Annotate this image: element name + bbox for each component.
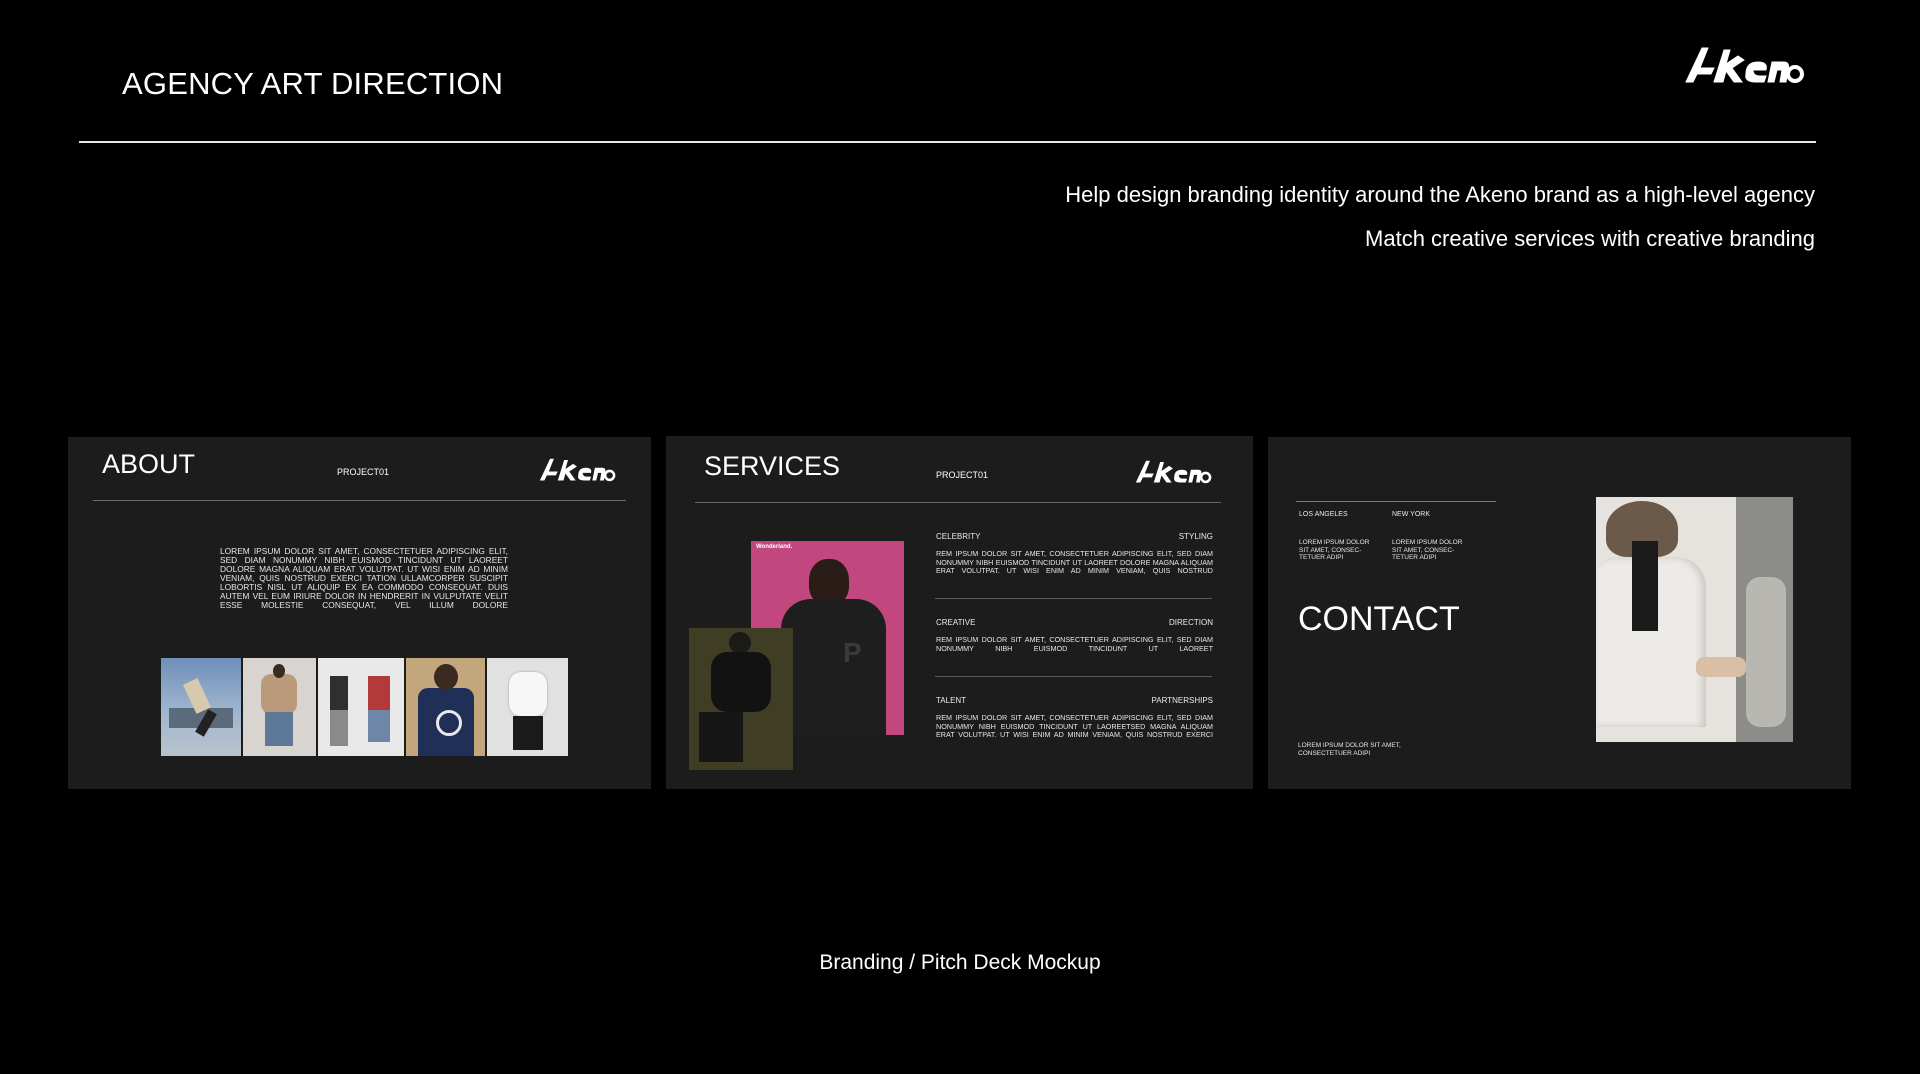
slide-contact-divider bbox=[1296, 501, 1496, 502]
service-row-3-body: REM IPSUM DOLOR SIT AMET, CONSECTETUER A… bbox=[936, 713, 1213, 739]
slide-about-title: ABOUT bbox=[102, 449, 196, 479]
contact-city-1-body: LOREM IPSUM DOLOR SIT AMET, CONSEC- TETU… bbox=[1299, 539, 1370, 561]
service-row-2-left: CREATIVE bbox=[936, 618, 976, 627]
service-row-divider bbox=[935, 598, 1212, 599]
photo-streetwear-duo bbox=[318, 658, 404, 756]
slide-about-divider bbox=[93, 500, 626, 501]
service-row-1-left: CELEBRITY bbox=[936, 532, 981, 541]
akeno-logo bbox=[1685, 47, 1804, 83]
contact-city-1: LOS ANGELES bbox=[1299, 511, 1348, 518]
service-row-2-body: REM IPSUM DOLOR SIT AMET, CONSECTETUER A… bbox=[936, 635, 1213, 653]
slide-services-title: SERVICES bbox=[704, 451, 841, 481]
slide-services-project-label: PROJECT01 bbox=[936, 470, 989, 480]
service-row-2-right: DIRECTION bbox=[1169, 618, 1213, 627]
photo-seated-model bbox=[689, 628, 793, 770]
service-row-3-right: PARTNERSHIPS bbox=[1151, 696, 1214, 705]
magazine-label: Wonderland. bbox=[756, 544, 793, 550]
header-divider bbox=[79, 141, 1816, 143]
photo-fur-coat bbox=[243, 658, 316, 756]
photo-fur-hat-model bbox=[1596, 497, 1793, 742]
slide-contact: LOS ANGELES NEW YORK LOREM IPSUM DOLOR S… bbox=[1268, 437, 1851, 789]
slide-services-divider bbox=[695, 502, 1221, 503]
caption: Branding / Pitch Deck Mockup bbox=[819, 951, 1101, 974]
photo-skateboarder bbox=[161, 658, 241, 756]
contact-city-2-body: LOREM IPSUM DOLOR SIT AMET, CONSEC- TETU… bbox=[1392, 539, 1463, 561]
slide-about-body: LOREM IPSUM DOLOR SIT AMET, CONSECTETUER… bbox=[220, 546, 508, 610]
photo-puffer-jacket bbox=[487, 658, 568, 756]
tagline-1: Help design branding identity around the… bbox=[1065, 182, 1815, 207]
akeno-logo bbox=[1135, 460, 1212, 484]
service-row-divider bbox=[935, 676, 1212, 677]
slide-about: ABOUT PROJECT01 LOREM IPSUM DOLOR SIT AM… bbox=[68, 437, 651, 789]
service-row-1-body: REM IPSUM DOLOR SIT AMET, CONSECTETUER A… bbox=[936, 549, 1213, 575]
service-row-1-right: STYLING bbox=[1178, 532, 1213, 541]
service-row-3-left: TALENT bbox=[936, 696, 967, 705]
photo-hoodie bbox=[406, 658, 485, 756]
slide-services: SERVICES PROJECT01 Wonderland. P CELEBRI… bbox=[666, 436, 1253, 789]
akeno-logo bbox=[539, 458, 616, 482]
slide-contact-title: CONTACT bbox=[1298, 600, 1460, 638]
slide-about-project-label: PROJECT01 bbox=[337, 467, 390, 477]
page-title: AGENCY ART DIRECTION bbox=[122, 66, 504, 101]
contact-city-2: NEW YORK bbox=[1392, 511, 1430, 518]
contact-footer-text: LOREM IPSUM DOLOR SIT AMET, CONSECTETUER… bbox=[1298, 742, 1401, 757]
tagline-2: Match creative services with creative br… bbox=[1365, 226, 1815, 251]
